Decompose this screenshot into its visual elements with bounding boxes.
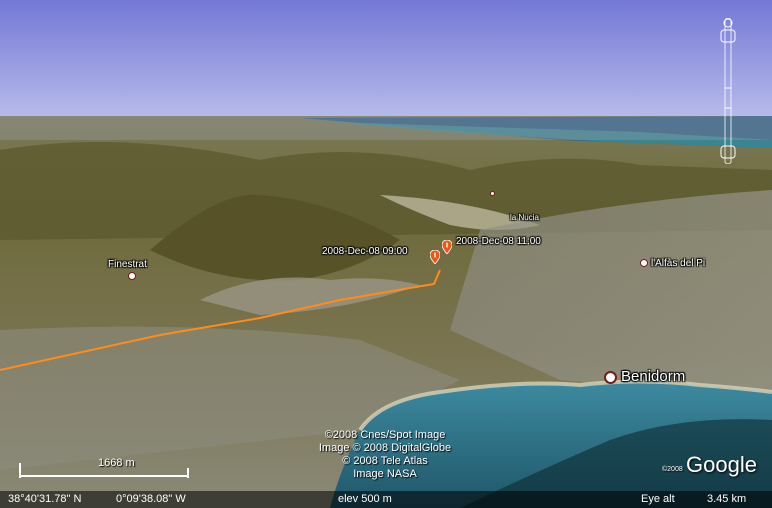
status-bar: 38°40'31.78" N 0°09'38.08" W elev 500 m … — [0, 491, 772, 508]
sky — [0, 0, 772, 118]
place-alfas-dot — [640, 259, 648, 268]
google-year: ©2008 — [662, 466, 683, 473]
place-alfas-del-pi[interactable]: l'Alfàs del Pi — [640, 258, 705, 269]
start-marker-icon[interactable] — [430, 250, 440, 264]
tilt-slider[interactable] — [716, 18, 740, 164]
place-benidorm-dot — [604, 370, 617, 384]
status-latitude: 38°40'31.78" N — [8, 493, 82, 505]
imagery-copyright: ©2008 Cnes/Spot Image Image © 2008 Digit… — [300, 429, 470, 481]
copyright-line-2: Image © 2008 DigitalGlobe — [318, 442, 452, 454]
copyright-line-3: © 2008 Tele Atlas — [342, 455, 428, 467]
place-small-dot — [490, 191, 495, 196]
copyright-line-1: ©2008 Cnes/Spot Image — [324, 429, 446, 441]
status-eye-alt-label: Eye alt — [641, 493, 675, 505]
place-finestrat-dot — [128, 272, 136, 280]
start-marker-label[interactable]: 2008-Dec-08 09:00 — [322, 246, 408, 257]
place-finestrat-label: Finestrat — [108, 259, 147, 270]
scale-bar-label: 1668 m — [98, 457, 135, 469]
end-marker-icon[interactable] — [442, 240, 452, 254]
status-longitude: 0°09'38.08" W — [116, 493, 186, 505]
copyright-line-4: Image NASA — [353, 468, 417, 480]
end-marker-label[interactable]: 2008-Dec-08 11:00 — [456, 236, 541, 247]
place-la-nucia[interactable]: la Nucia — [510, 213, 539, 222]
place-benidorm[interactable]: Benidorm — [604, 368, 685, 385]
google-logo: Google — [686, 452, 757, 477]
place-alfas-label: l'Alfàs del Pi — [651, 258, 706, 269]
place-benidorm-label: Benidorm — [621, 368, 686, 385]
status-elevation: elev 500 m — [338, 493, 392, 505]
tilt-down-icon — [720, 145, 736, 159]
scale-bar: 1668 m — [18, 457, 188, 479]
map-viewport[interactable]: 2008-Dec-08 09:00 2008-Dec-08 11:00 Fine… — [0, 0, 772, 508]
place-finestrat[interactable]: Finestrat — [108, 259, 147, 270]
tilt-handle-icon — [720, 29, 736, 43]
status-eye-alt-value: 3.45 km — [707, 493, 747, 505]
